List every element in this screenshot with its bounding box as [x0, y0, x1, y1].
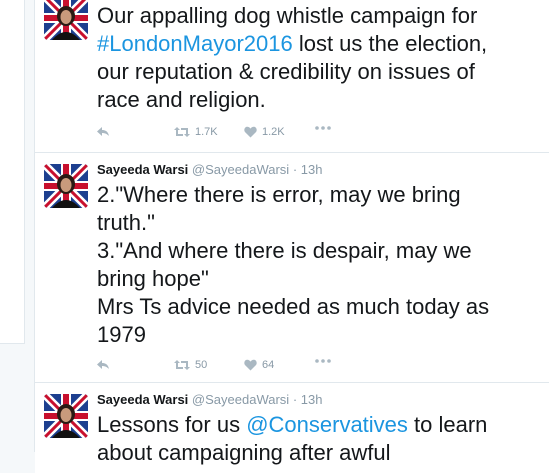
like-count: 64 — [262, 359, 275, 371]
tweet-timestamp[interactable]: 13h — [301, 162, 323, 177]
tweet-text-line: about campaigning after awful — [97, 440, 391, 465]
heart-icon — [244, 359, 257, 371]
tweet-item[interactable]: Our appalling dog whistle campaign for #… — [35, 0, 549, 153]
tweet-text-line: race and religion. — [97, 87, 266, 112]
left-sidebar-panel — [0, 0, 25, 344]
tweet-text-line: #LondonMayor2016 lost us the election, — [97, 31, 488, 56]
tweet-text-line: our reputation & credibility on issues o… — [97, 59, 475, 84]
more-button[interactable] — [315, 359, 331, 363]
reply-button[interactable] — [97, 359, 110, 371]
like-button[interactable]: 1.2K — [244, 126, 285, 138]
heart-icon — [244, 126, 257, 138]
author-handle[interactable]: @SayeedaWarsi — [192, 392, 289, 407]
like-button[interactable]: 64 — [244, 359, 274, 371]
hashtag-link[interactable]: #LondonMayor2016 — [97, 31, 293, 56]
mention-link[interactable]: @Conservatives — [246, 412, 408, 437]
retweet-count: 1.7K — [195, 126, 218, 138]
retweet-button[interactable]: 50 — [174, 359, 207, 371]
reply-button[interactable] — [97, 126, 110, 138]
author-name[interactable]: Sayeeda Warsi — [97, 162, 188, 177]
retweet-button[interactable]: 1.7K — [174, 126, 218, 138]
tweet-text: Our appalling dog whistle campaign for #… — [97, 2, 547, 114]
avatar[interactable] — [44, 0, 88, 40]
retweet-icon — [174, 127, 190, 137]
tweet-text: 2."Where there is error, may we bring tr… — [97, 181, 547, 349]
avatar[interactable] — [44, 394, 88, 438]
more-icon — [315, 359, 331, 363]
more-icon — [315, 126, 331, 130]
tweet-text: Lessons for us @Conservatives to learn a… — [97, 411, 547, 467]
tweet-text-line: Mrs Ts advice needed as much today as — [97, 294, 490, 319]
more-button[interactable] — [315, 126, 331, 130]
tweet-text-line: Lessons for us @Conservatives to learn — [97, 412, 488, 437]
tweet-text-line: 3."And where there is despair, may we — [97, 238, 472, 263]
header-separator: · — [292, 162, 298, 177]
author-handle[interactable]: @SayeedaWarsi — [192, 162, 289, 177]
tweet-text-line: Our appalling dog whistle campaign for — [97, 3, 478, 28]
reply-icon — [97, 360, 109, 369]
tweet-header: Sayeeda Warsi @SayeedaWarsi · 13h — [97, 162, 322, 177]
tweet-item[interactable]: Sayeeda Warsi @SayeedaWarsi · 13h Lesson… — [35, 383, 549, 473]
retweet-icon — [174, 360, 190, 370]
tweet-item[interactable]: Sayeeda Warsi @SayeedaWarsi · 13h 2."Whe… — [35, 153, 549, 383]
tweet-stream: Our appalling dog whistle campaign for #… — [34, 0, 549, 473]
tweet-header: Sayeeda Warsi @SayeedaWarsi · 13h — [97, 392, 322, 407]
header-separator: · — [292, 392, 298, 407]
retweet-count: 50 — [195, 359, 208, 371]
tweet-text-line: 1979 — [97, 322, 146, 347]
tweet-text-line: 2."Where there is error, may we bring — [97, 182, 461, 207]
tweet-text-line: bring hope" — [97, 266, 209, 291]
avatar[interactable] — [44, 164, 88, 208]
tweet-timestamp[interactable]: 13h — [301, 392, 323, 407]
tweet-text-line: truth." — [97, 210, 155, 235]
author-name[interactable]: Sayeeda Warsi — [97, 392, 188, 407]
reply-icon — [97, 127, 109, 136]
like-count: 1.2K — [262, 126, 285, 138]
